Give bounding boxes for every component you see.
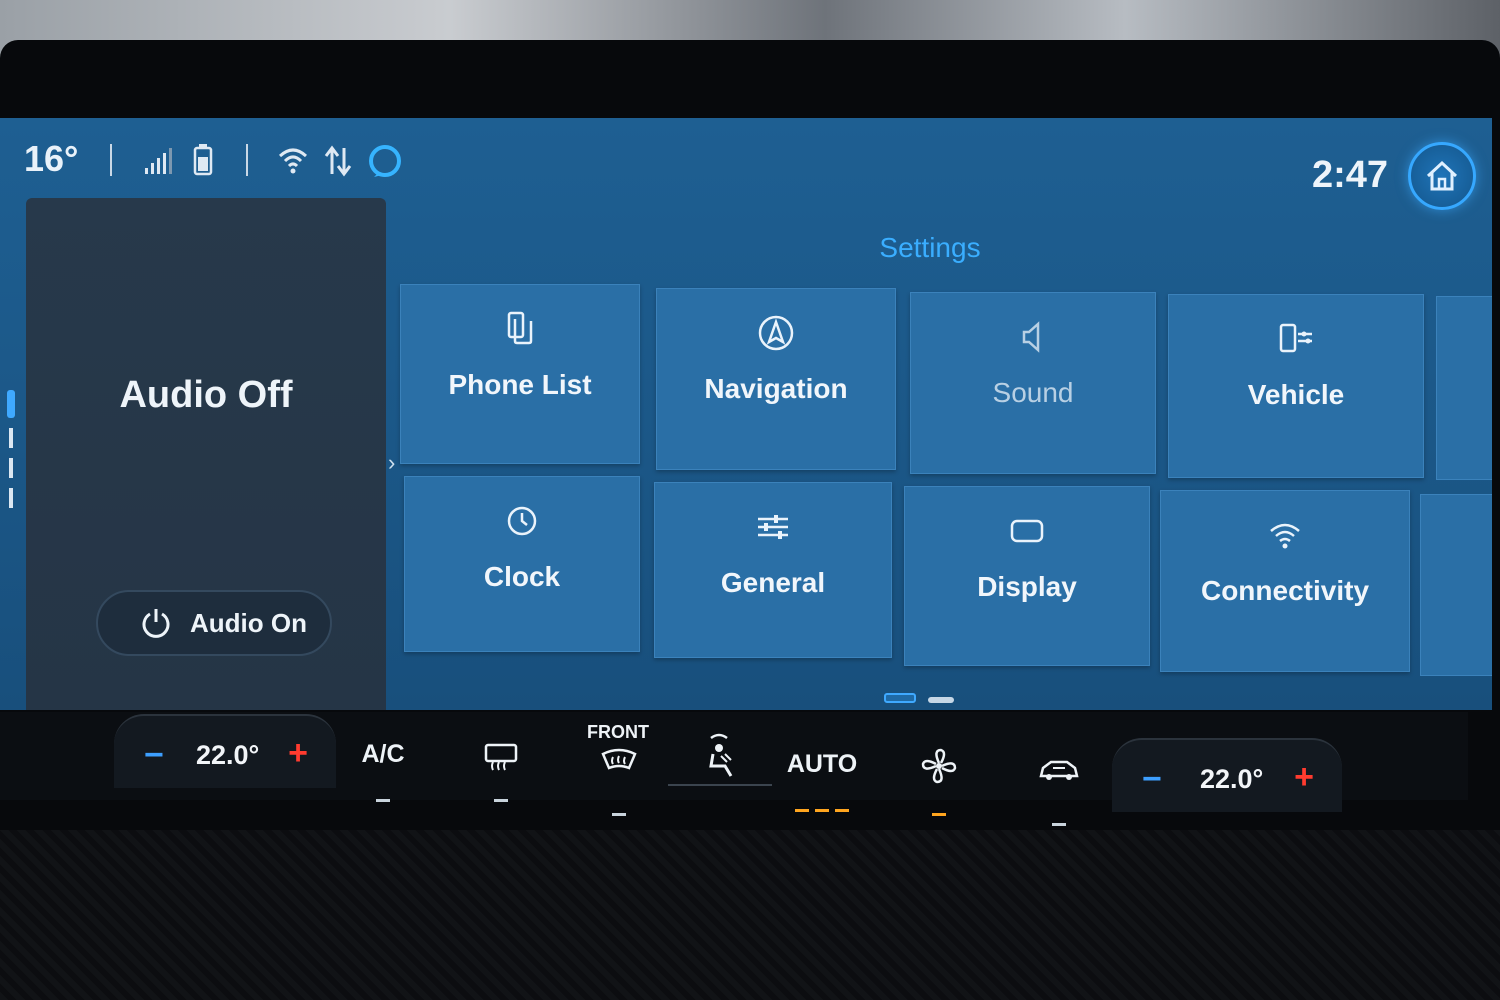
- audio-panel: Audio Off Audio On: [26, 198, 386, 710]
- passenger-temp-increase-button[interactable]: +: [1294, 758, 1314, 797]
- tile-label: General: [720, 567, 826, 598]
- passenger-temp-control: − 22.0° +: [1112, 738, 1342, 812]
- tile-label: Vehicle: [1247, 379, 1345, 410]
- wifi-icon: [278, 148, 308, 174]
- tile-label: Phone List: [448, 369, 592, 400]
- display-icon: [1010, 519, 1044, 543]
- tile-label: Clock: [483, 561, 561, 592]
- navigation-icon: [758, 315, 794, 351]
- data-transfer-icon: [324, 145, 352, 177]
- settings-tile-partial[interactable]: [1420, 494, 1492, 676]
- status-divider: [110, 144, 112, 176]
- phone-list-icon: [507, 311, 533, 345]
- page-indicator: [884, 690, 962, 708]
- tile-label: Sound: [992, 377, 1074, 408]
- auto-label: AUTO: [786, 750, 858, 778]
- seat-heat-button[interactable]: [684, 732, 754, 798]
- home-icon: [1426, 160, 1458, 191]
- auto-indicator: [795, 809, 849, 812]
- fan-speed-button[interactable]: [904, 746, 974, 816]
- front-defrost-button[interactable]: [584, 748, 654, 816]
- vehicle-icon: [1279, 323, 1312, 353]
- front-defrost-icon: [601, 748, 637, 770]
- page-dot[interactable]: [928, 697, 955, 703]
- wifi-icon: [1270, 523, 1300, 549]
- air-recirculation-button[interactable]: [1024, 756, 1094, 826]
- passenger-temp-value: 22.0°: [1200, 764, 1264, 794]
- car-recirculation-icon: [1039, 760, 1079, 780]
- chevron-right-icon[interactable]: ›: [388, 450, 395, 476]
- audio-on-label: Audio On: [190, 607, 307, 638]
- auto-climate-button[interactable]: AUTO: [786, 750, 858, 816]
- ac-label: A/C: [361, 740, 405, 768]
- settings-tile-general[interactable]: General: [654, 482, 892, 658]
- settings-tile-phone-list[interactable]: Phone List: [400, 284, 640, 464]
- dashboard-trim: [0, 830, 1500, 1000]
- settings-tile-clock[interactable]: Clock: [404, 476, 640, 652]
- power-icon: [142, 609, 170, 638]
- speaker-icon: [1022, 321, 1040, 353]
- clock-time: 2:47: [1311, 154, 1388, 196]
- tile-label: Connectivity: [1200, 575, 1370, 606]
- infotainment-screen: 16° 2:47 Audio Off Audio On › Settings P…: [0, 118, 1492, 710]
- phone-battery-icon: [193, 144, 213, 176]
- signal-icon: [145, 148, 172, 174]
- fan-indicator: [932, 813, 946, 816]
- tile-label: Display: [977, 571, 1077, 602]
- clock-icon: [507, 506, 537, 536]
- page-title: Settings: [879, 232, 981, 263]
- page-dot-active[interactable]: [884, 693, 916, 703]
- settings-tile-partial[interactable]: [1436, 296, 1492, 480]
- audio-on-button[interactable]: Audio On: [96, 590, 332, 656]
- rear-defrost-button[interactable]: [466, 740, 536, 806]
- front-defrost-label: FRONT: [587, 722, 649, 742]
- panel-scroll-indicator: [6, 390, 16, 520]
- settings-tile-connectivity[interactable]: Connectivity: [1160, 490, 1410, 672]
- front-defrost-indicator: [612, 813, 626, 816]
- ac-button[interactable]: A/C: [348, 740, 418, 806]
- fan-icon: [921, 748, 957, 784]
- tile-label: Navigation: [704, 373, 848, 404]
- passenger-temp-decrease-button[interactable]: −: [1142, 760, 1162, 799]
- status-divider: [246, 144, 248, 176]
- active-mode-underline: [668, 784, 772, 786]
- rear-defrost-indicator: [494, 799, 508, 802]
- rear-defrost-icon: [484, 743, 518, 771]
- driver-temp-decrease-button[interactable]: −: [144, 736, 164, 775]
- settings-tile-vehicle[interactable]: Vehicle: [1168, 294, 1424, 478]
- driver-temp-value: 22.0°: [196, 740, 260, 770]
- seat-heat-icon: [709, 733, 733, 777]
- alexa-icon[interactable]: [366, 140, 404, 180]
- settings-tile-display[interactable]: Display: [904, 486, 1150, 666]
- recirculation-indicator: [1052, 823, 1066, 826]
- ac-indicator: [376, 799, 390, 802]
- outside-temperature: 16°: [24, 138, 79, 179]
- driver-temp-control: − 22.0° +: [114, 714, 336, 788]
- settings-tile-navigation[interactable]: Navigation: [656, 288, 896, 470]
- settings-tile-sound[interactable]: Sound: [910, 292, 1156, 474]
- climate-bar: − 22.0° + A/C FRONT AUTO − 22.0° +: [0, 712, 1468, 826]
- home-button[interactable]: [1408, 142, 1476, 210]
- driver-temp-increase-button[interactable]: +: [288, 734, 308, 773]
- status-bar: 16° 2:47: [0, 118, 1492, 210]
- sliders-icon: [758, 515, 788, 539]
- audio-status-title: Audio Off: [119, 374, 293, 416]
